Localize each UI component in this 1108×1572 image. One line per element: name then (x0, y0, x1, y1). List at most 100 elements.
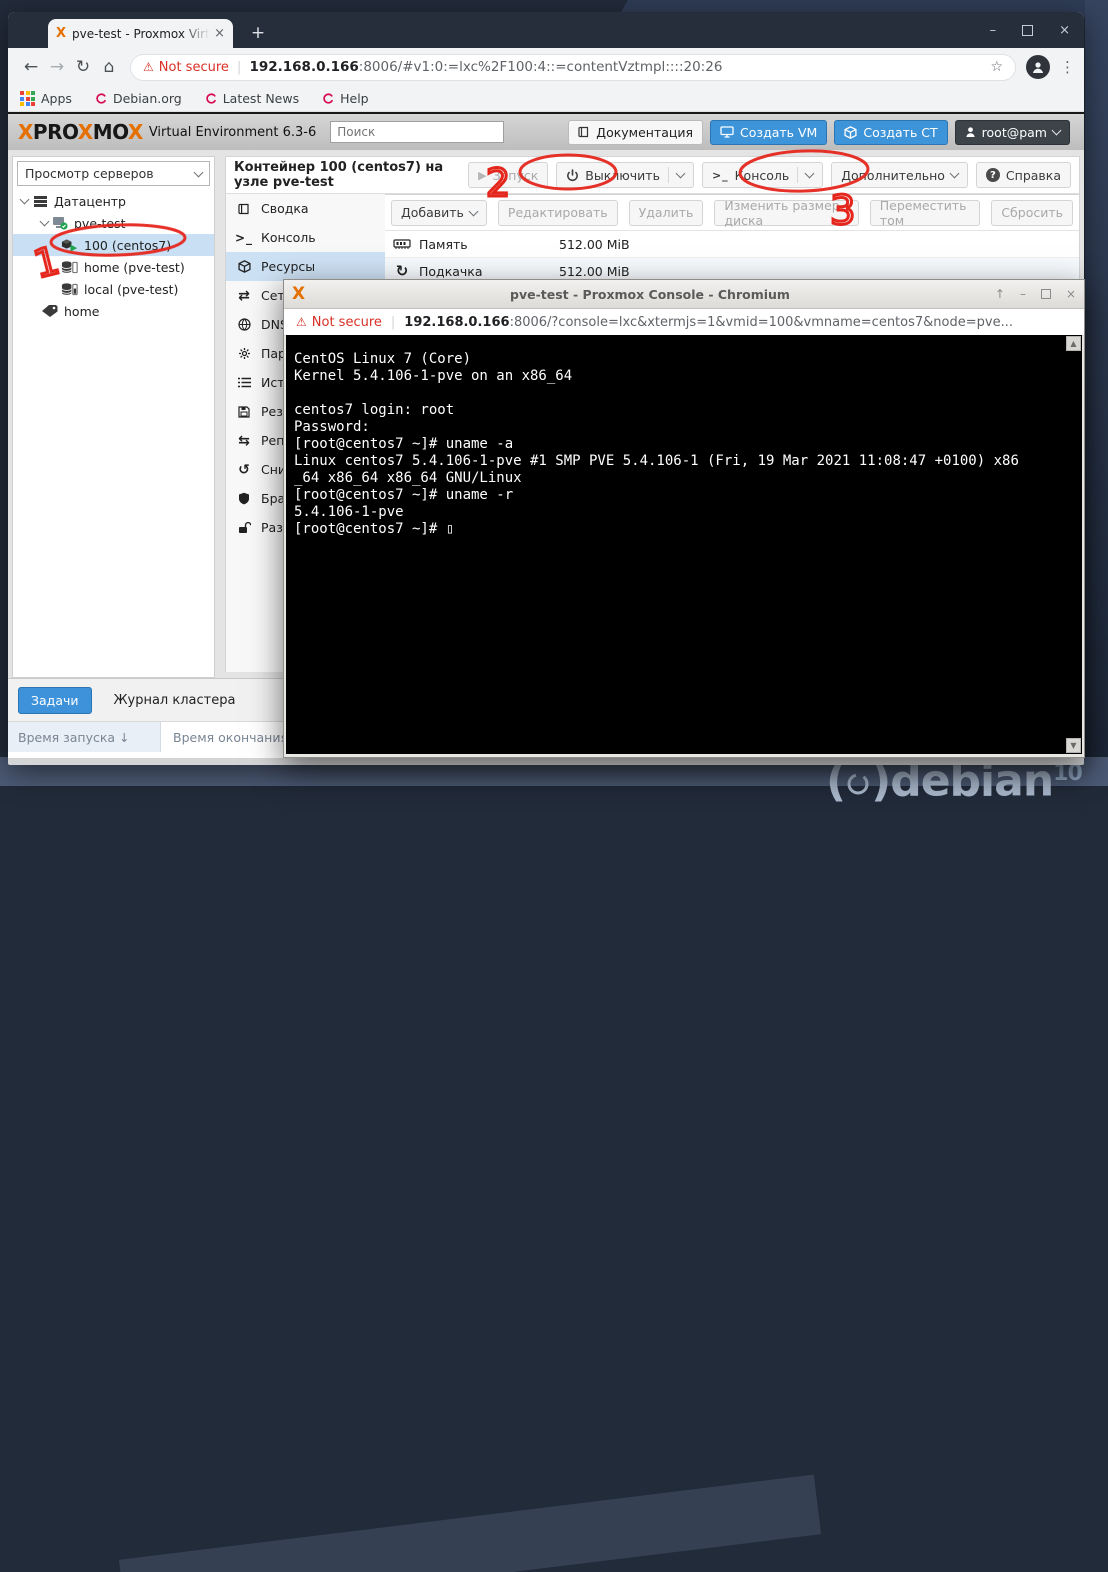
bookmark-help[interactable]: Help (321, 91, 369, 106)
question-icon: ? (986, 168, 1000, 182)
chevron-down-icon[interactable] (676, 169, 686, 179)
add-button[interactable]: Добавить (391, 200, 487, 226)
browser-menu-icon[interactable]: ⋮ (1060, 58, 1074, 76)
url-path: :8006/#v1:0:=lxc%2F100:4::=contentVztmpl… (359, 59, 723, 75)
tree-item-ct-100[interactable]: 100 (centos7) (13, 234, 214, 256)
tree-item-storage-local[interactable]: local (pve-test) (13, 278, 214, 300)
close-icon[interactable]: × (1059, 23, 1070, 38)
more-button[interactable]: Дополнительно (831, 162, 968, 188)
menu-item-resources[interactable]: Ресурсы (226, 252, 385, 281)
forward-icon[interactable]: → (44, 57, 70, 77)
expander-icon[interactable] (19, 199, 29, 203)
bookmark-label: Apps (41, 91, 72, 106)
profile-avatar[interactable] (1026, 55, 1050, 79)
resource-row-memory[interactable]: Память 512.00 MiB (385, 231, 1079, 258)
console-button[interactable]: >_ Консоль (702, 162, 823, 188)
debian-swirl-icon (94, 92, 107, 105)
create-ct-button[interactable]: Создать CT (834, 120, 947, 145)
scroll-down-button[interactable]: ▼ (1066, 738, 1081, 753)
address-bar[interactable]: ⚠ Not secure | 192.168.0.166 :8006/#v1:0… (130, 54, 1016, 81)
page-title: Контейнер 100 (centos7) на узле pve-test (234, 160, 468, 190)
button-label: Справка (1006, 168, 1061, 183)
tab-cluster-log[interactable]: Журнал кластера (114, 693, 236, 708)
menu-label: Сводка (261, 201, 309, 216)
minimize-icon[interactable]: – (1020, 287, 1026, 301)
shutdown-button[interactable]: Выключить (556, 162, 694, 188)
menu-label: Консоль (261, 230, 316, 245)
console-window: X pve-test - Proxmox Console - Chromium … (283, 279, 1085, 758)
proxmox-favicon: X (292, 284, 305, 304)
power-icon (566, 169, 579, 182)
pve-header: XPROXMOX Virtual Environment 6.3-6 Докум… (8, 114, 1084, 150)
console-window-title: pve-test - Proxmox Console - Chromium (305, 287, 995, 302)
bookmark-star-icon[interactable]: ☆ (990, 59, 1003, 75)
user-icon (965, 126, 976, 138)
create-vm-button[interactable]: Создать VM (710, 120, 827, 145)
bookmark-latest-news[interactable]: Latest News (204, 91, 299, 106)
move-volume-button[interactable]: Переместить том (870, 200, 981, 226)
column-start-time[interactable]: Время запуска ↓ (8, 722, 161, 752)
button-label: Создать VM (740, 125, 817, 140)
search-input[interactable] (330, 121, 504, 143)
chevron-down-icon (949, 169, 959, 179)
url-separator: | (391, 315, 395, 330)
minimize-icon[interactable]: – (990, 23, 997, 38)
maximize-icon[interactable] (1041, 289, 1051, 299)
storage-icon (61, 260, 79, 275)
debian-swirl-icon (204, 92, 217, 105)
help-button[interactable]: ? Справка (976, 162, 1071, 188)
view-mode-select[interactable]: Просмотр серверов (17, 161, 210, 186)
scroll-up-button[interactable]: ▲ (1066, 336, 1081, 351)
book-icon (236, 203, 252, 215)
tree-item-storage-home[interactable]: home (pve-test) (13, 256, 214, 278)
console-address-bar[interactable]: ⚠ Not secure | 192.168.0.166 :8006/?cons… (284, 309, 1084, 336)
content-title-row: Контейнер 100 (centos7) на узле pve-test… (225, 156, 1080, 194)
browser-tab[interactable]: X pve-test - Proxmox Virtual × (48, 19, 233, 48)
console-title-bar[interactable]: X pve-test - Proxmox Console - Chromium … (284, 280, 1084, 309)
tree-label: home (64, 304, 99, 319)
edit-button[interactable]: Редактировать (498, 200, 618, 226)
bookmark-debian-org[interactable]: Debian.org (94, 91, 182, 106)
logo-text: MO (93, 120, 128, 144)
revert-button[interactable]: Сбросить (991, 200, 1073, 226)
terminal[interactable]: CentOS Linux 7 (Core) Kernel 5.4.106-1-p… (286, 335, 1082, 754)
tab-close-icon[interactable]: × (214, 26, 225, 41)
datacenter-icon (31, 195, 49, 208)
replication-icon: ⇆ (236, 433, 252, 449)
back-icon[interactable]: ← (18, 57, 44, 77)
not-secure-label[interactable]: Not secure (159, 60, 229, 75)
documentation-button[interactable]: Документация (568, 120, 703, 145)
reload-icon[interactable]: ↻ (70, 57, 96, 77)
tree-item-datacenter[interactable]: Датацентр (13, 190, 214, 212)
menu-item-console[interactable]: >_ Консоль (226, 223, 385, 252)
window-controls: – × (990, 12, 1070, 48)
resize-disk-button[interactable]: Изменить размер диска (714, 200, 858, 226)
chevron-down-icon (1052, 126, 1062, 136)
button-label: Сбросить (1001, 205, 1063, 220)
expander-icon[interactable] (39, 221, 49, 225)
view-mode-label: Просмотр серверов (25, 166, 154, 181)
tab-tasks[interactable]: Задачи (18, 687, 92, 714)
maximize-icon[interactable] (1022, 25, 1033, 36)
proxmox-logo: XPROXMOX (18, 120, 143, 144)
tree-item-pool-home[interactable]: home (13, 300, 214, 322)
close-icon[interactable]: × (1066, 287, 1076, 301)
chevron-down-icon[interactable] (805, 169, 815, 179)
menu-label: Ресурсы (261, 259, 315, 274)
user-menu-button[interactable]: root@pam (955, 120, 1070, 145)
globe-icon (236, 318, 252, 331)
keep-above-icon[interactable]: ↑ (995, 287, 1005, 301)
new-tab-button[interactable]: + (246, 21, 270, 45)
remove-button[interactable]: Удалить (629, 200, 704, 226)
button-label: Изменить размер диска (724, 198, 848, 228)
menu-item-summary[interactable]: Сводка (226, 194, 385, 223)
tree-item-node[interactable]: pve-test (13, 212, 214, 234)
user-icon (1031, 60, 1045, 74)
resource-label: Память (419, 237, 559, 252)
bookmark-apps[interactable]: Apps (20, 91, 72, 106)
network-icon: ⇄ (236, 288, 252, 304)
gear-icon (236, 347, 252, 360)
home-icon[interactable]: ⌂ (96, 57, 122, 77)
debian-swirl-icon (843, 768, 873, 798)
start-button[interactable]: ▶ Запуск (468, 162, 548, 188)
